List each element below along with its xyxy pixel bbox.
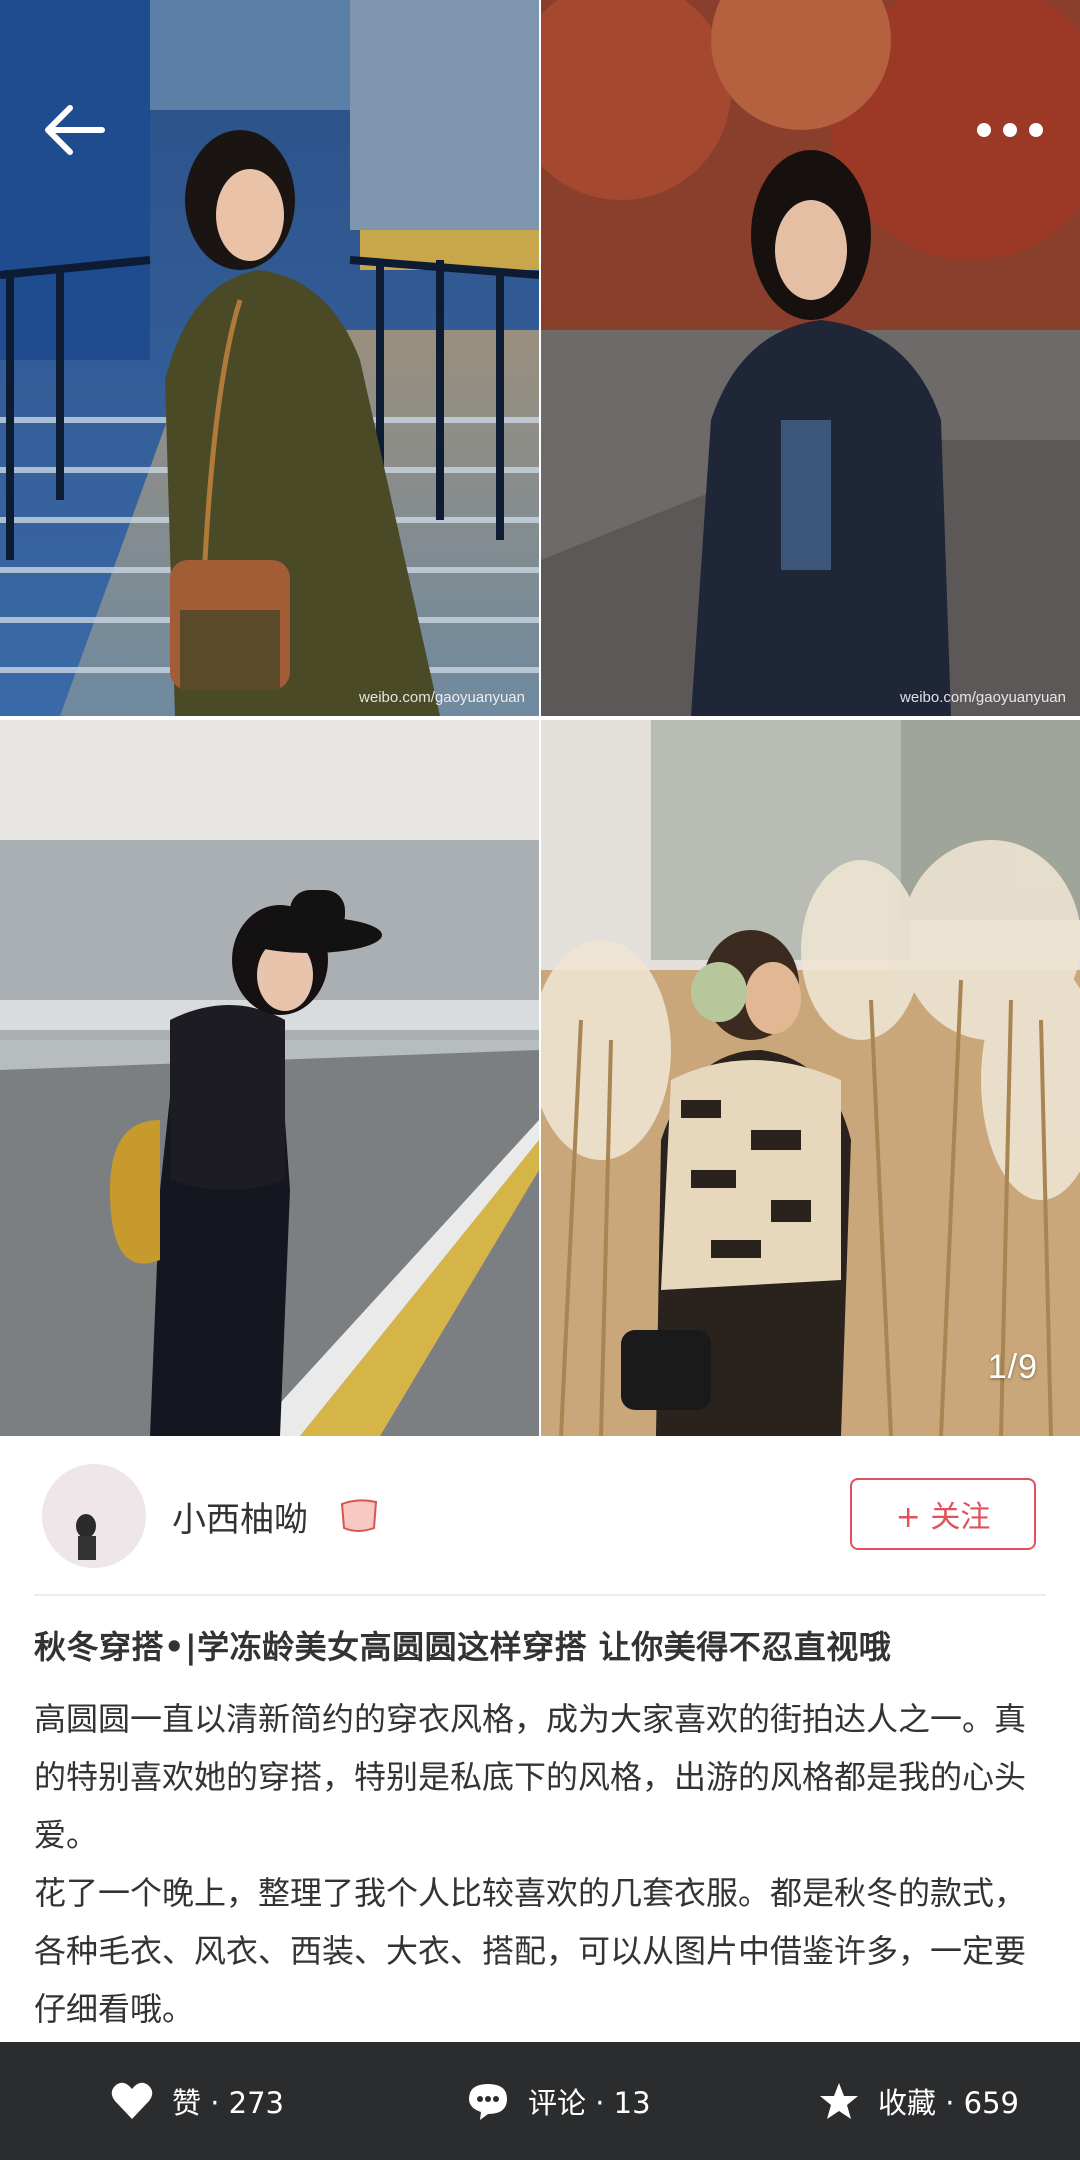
like-button[interactable]: 赞 · 273 (110, 2042, 284, 2160)
post-paragraph: 高圆圆一直以清新简约的穿衣风格，成为大家喜欢的街拍达人之一。真的特别喜欢她的穿搭… (34, 1700, 1027, 1854)
photo-3-image (0, 720, 539, 1436)
back-arrow-icon (45, 105, 105, 155)
photo-watermark: weibo.com/gaoyuanyuan (359, 689, 525, 706)
comment-bubble-icon (469, 2084, 507, 2120)
follow-button[interactable]: + 关注 (850, 1478, 1036, 1550)
comment-count: 评论 · 13 (528, 2086, 651, 2120)
avatar[interactable] (42, 1464, 146, 1568)
star-icon (820, 2083, 858, 2119)
more-dots-icon (977, 123, 1043, 137)
page-indicator: 1/9 (987, 1348, 1038, 1386)
more-button[interactable] (970, 110, 1050, 150)
photo-2-image (541, 0, 1080, 716)
photo-4-image (541, 720, 1080, 1436)
photo-watermark: weibo.com/gaoyuanyuan (900, 689, 1066, 706)
gallery-photo-2[interactable]: weibo.com/gaoyuanyuan (541, 0, 1080, 716)
post-body: 高圆圆一直以清新简约的穿衣风格，成为大家喜欢的街拍达人之一。真的特别喜欢她的穿搭… (34, 1690, 1034, 2038)
avatar-image (42, 1464, 146, 1568)
author-name[interactable]: 小西柚呦 (172, 1492, 308, 1541)
comment-button[interactable]: 评论 · 13 (466, 2042, 651, 2160)
favorite-button[interactable]: 收藏 · 659 (818, 2042, 1019, 2160)
post-paragraph: 花了一个晚上，整理了我个人比较喜欢的几套衣服。都是秋冬的款式，各种毛衣、风衣、西… (34, 1874, 1027, 2028)
author-row: 小西柚呦 + 关注 (0, 1436, 1080, 1596)
bottom-action-bar: 赞 · 273 评论 · 13 收藏 · 659 (0, 2042, 1080, 2160)
photo-gallery[interactable]: weibo.com/gaoyuanyuan weibo.com/gaoyuany… (0, 0, 1080, 1436)
back-button[interactable] (40, 100, 110, 160)
post-title: 秋冬穿搭•|学冻龄美女高圆圆这样穿搭 让你美得不忍直视哦 (34, 1628, 892, 1666)
gallery-photo-3[interactable] (0, 720, 539, 1436)
gallery-photo-4[interactable] (541, 720, 1080, 1436)
favorite-count: 收藏 · 659 (878, 2086, 1020, 2120)
divider (34, 1594, 1046, 1596)
pink-badge-icon (336, 1496, 382, 1536)
like-count: 赞 · 273 (172, 2086, 285, 2120)
heart-icon (111, 2082, 153, 2119)
